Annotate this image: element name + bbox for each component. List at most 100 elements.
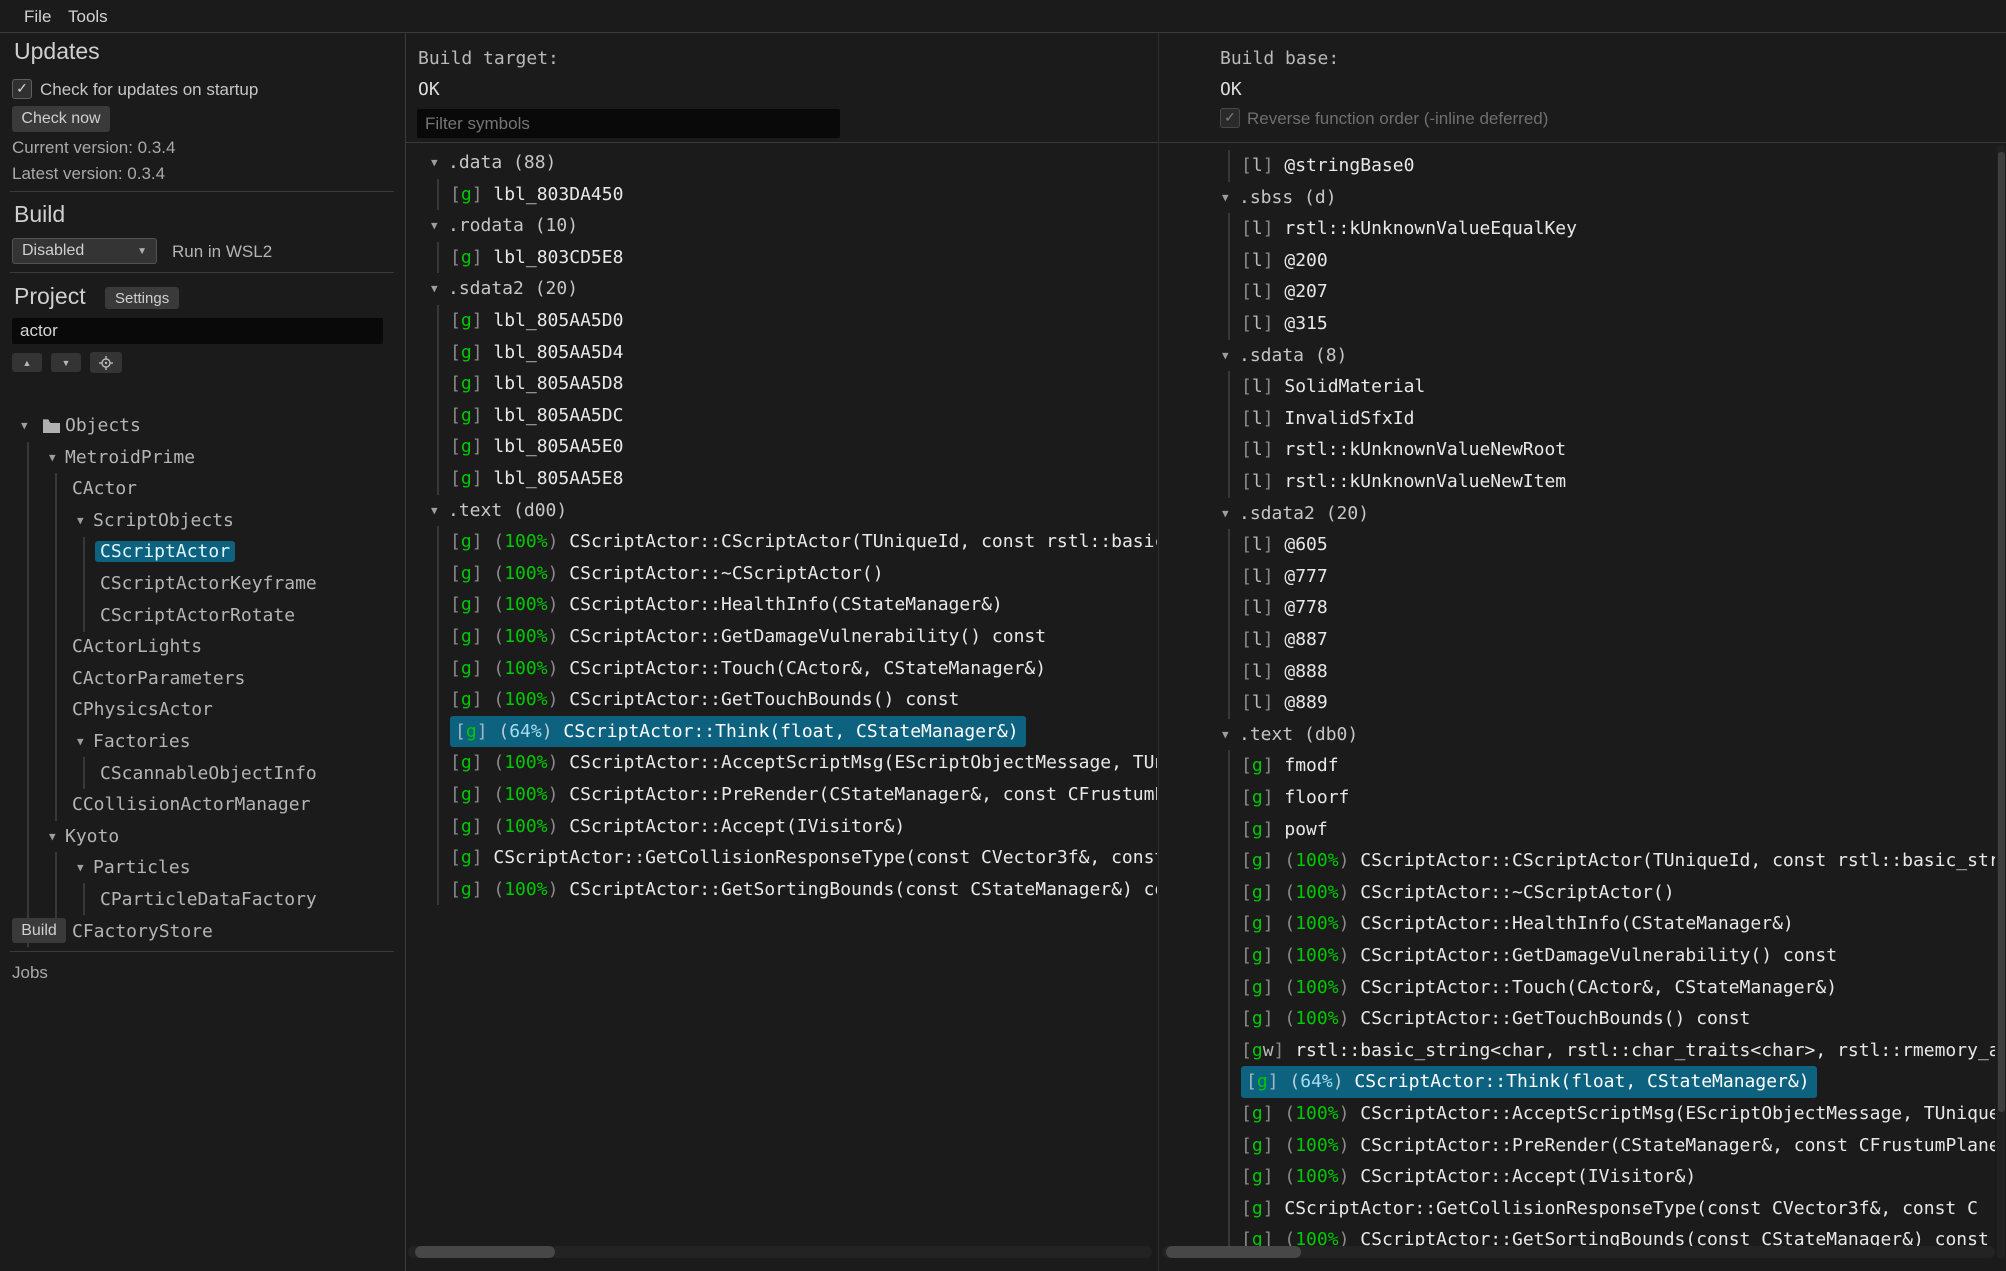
expander-down-icon[interactable]: ▼: [1222, 719, 1229, 751]
symbol-row[interactable]: [g] (100%) CScriptActor::~CScriptActor(): [1159, 877, 1995, 909]
tree-item-CActorLights[interactable]: CActorLights: [0, 631, 405, 663]
tree-item-CPhysicsActor[interactable]: CPhysicsActor: [0, 694, 405, 726]
tree-item-CScannableObjectInfo[interactable]: CScannableObjectInfo: [0, 758, 405, 790]
symbol-row[interactable]: [g] lbl_805AA5D0: [406, 305, 1157, 337]
tree-item-Particles[interactable]: ▼Particles: [0, 852, 405, 884]
tree-item-CActorParameters[interactable]: CActorParameters: [0, 663, 405, 695]
symbol-row[interactable]: [g] (100%) CScriptActor::~CScriptActor(): [406, 558, 1157, 590]
expander-down-icon[interactable]: ▼: [431, 210, 438, 242]
section-row[interactable]: ▼.sdata2 (20): [406, 273, 1157, 305]
expander-down-icon[interactable]: ▼: [1222, 340, 1229, 372]
symbol-row[interactable]: [g] CScriptActor::GetCollisionResponseTy…: [406, 842, 1157, 874]
symbol-row[interactable]: [g] powf: [1159, 814, 1995, 846]
menu-file[interactable]: File: [24, 7, 51, 27]
symbol-row[interactable]: [g] (100%) CScriptActor::Accept(IVisitor…: [1159, 1161, 1995, 1193]
tree-item-Objects[interactable]: ▼Objects: [0, 410, 405, 442]
symbol-row[interactable]: [g] lbl_805AA5D8: [406, 368, 1157, 400]
list-indent-guide: [437, 242, 439, 274]
section-row[interactable]: ▼.sbss (d): [1159, 182, 1995, 214]
list-indent-guide: [1228, 466, 1230, 498]
symbol-row[interactable]: [g] (100%) CScriptActor::Touch(CActor&, …: [1159, 972, 1995, 1004]
symbol-row[interactable]: [g] (100%) CScriptActor::GetDamageVulner…: [1159, 940, 1995, 972]
symbol-row[interactable]: [g] (64%) CScriptActor::Think(float, CSt…: [1159, 1066, 1995, 1098]
symbol-row[interactable]: [l] SolidMaterial: [1159, 371, 1995, 403]
tree-item-MetroidPrime[interactable]: ▼MetroidPrime: [0, 442, 405, 474]
symbol-row[interactable]: [l] @605: [1159, 529, 1995, 561]
section-row[interactable]: ▼.sdata (8): [1159, 340, 1995, 372]
menu-tools[interactable]: Tools: [68, 7, 108, 27]
symbol-row[interactable]: [l] rstl::kUnknownValueNewItem: [1159, 466, 1995, 498]
symbol-row[interactable]: [g] lbl_805AA5DC: [406, 400, 1157, 432]
base-hscrollbar-thumb[interactable]: [1166, 1246, 1301, 1258]
base-vscrollbar-thumb[interactable]: [1998, 152, 2005, 1112]
symbol-row[interactable]: [g] (100%) CScriptActor::CScriptActor(TU…: [406, 526, 1157, 558]
symbol-row[interactable]: [g] lbl_805AA5E8: [406, 463, 1157, 495]
tree-item-ScriptObjects[interactable]: ▼ScriptObjects: [0, 505, 405, 537]
expander-down-icon[interactable]: ▼: [1222, 182, 1229, 214]
tree-item-Kyoto[interactable]: ▼ Kyoto: [0, 821, 405, 853]
symbol-row[interactable]: [l] @888: [1159, 656, 1995, 688]
expander-down-icon[interactable]: ▼: [77, 726, 84, 758]
tree-item-CActor[interactable]: CActor: [0, 473, 405, 505]
symbol-row[interactable]: [l] rstl::kUnknownValueEqualKey: [1159, 213, 1995, 245]
expander-down-icon[interactable]: ▼: [431, 495, 438, 527]
symbol-row[interactable]: [g] (100%) CScriptActor::Touch(CActor&, …: [406, 653, 1157, 685]
symbol-row[interactable]: [g] (100%) CScriptActor::HealthInfo(CSta…: [406, 589, 1157, 621]
symbol-row[interactable]: [g] lbl_805AA5D4: [406, 337, 1157, 369]
symbol-row[interactable]: [l] @887: [1159, 624, 1995, 656]
build-button[interactable]: Build: [12, 918, 66, 943]
symbol-row[interactable]: [l] @778: [1159, 592, 1995, 624]
section-row[interactable]: ▼.data (88): [406, 147, 1157, 179]
symbol-row[interactable]: [g] fmodf: [1159, 750, 1995, 782]
symbol-row[interactable]: [gw] rstl::basic_string<char, rstl::char…: [1159, 1035, 1995, 1067]
target-hscrollbar-thumb[interactable]: [415, 1246, 555, 1258]
expander-down-icon[interactable]: ▼: [49, 821, 56, 853]
symbol-row[interactable]: [g] (100%) CScriptActor::GetTouchBounds(…: [406, 684, 1157, 716]
symbol-row[interactable]: [g] lbl_805AA5E0: [406, 431, 1157, 463]
symbol-row[interactable]: [l] @stringBase0: [1159, 150, 1995, 182]
symbol-row[interactable]: [l] InvalidSfxId: [1159, 403, 1995, 435]
symbol-row[interactable]: [l] @315: [1159, 308, 1995, 340]
list-indent-guide: [1228, 1066, 1230, 1098]
tree-item-CParticleDataFactory[interactable]: CParticleDataFactory: [0, 884, 405, 916]
symbol-row[interactable]: [g] (64%) CScriptActor::Think(float, CSt…: [406, 716, 1157, 748]
tree-item-CCollisionActorManager[interactable]: CCollisionActorManager: [0, 789, 405, 821]
expander-down-icon[interactable]: ▼: [431, 273, 438, 305]
symbol-row[interactable]: [g] (100%) CScriptActor::HealthInfo(CSta…: [1159, 908, 1995, 940]
tree-item-CScriptActorRotate[interactable]: CScriptActorRotate: [0, 600, 405, 632]
expander-down-icon[interactable]: ▼: [21, 410, 28, 442]
tree-item-CScriptActor[interactable]: CScriptActor: [0, 536, 405, 568]
expander-down-icon[interactable]: ▼: [1222, 498, 1229, 530]
expander-down-icon[interactable]: ▼: [77, 505, 84, 537]
symbol-row[interactable]: [g] (100%) CScriptActor::AcceptScriptMsg…: [406, 747, 1157, 779]
section-row[interactable]: ▼.rodata (10): [406, 210, 1157, 242]
list-indent-guide: [1228, 782, 1230, 814]
symbol-row[interactable]: [g] (100%) CScriptActor::PreRender(CStat…: [406, 779, 1157, 811]
symbol-row[interactable]: [g] lbl_803CD5E8: [406, 242, 1157, 274]
section-row[interactable]: ▼.sdata2 (20): [1159, 498, 1995, 530]
symbol-row[interactable]: [g] lbl_803DA450: [406, 179, 1157, 211]
section-row[interactable]: ▼.text (db0): [1159, 719, 1995, 751]
symbol-row[interactable]: [g] (100%) CScriptActor::Accept(IVisitor…: [406, 811, 1157, 843]
symbol-row[interactable]: [g] floorf: [1159, 782, 1995, 814]
symbol-row[interactable]: [l] @207: [1159, 276, 1995, 308]
symbol-row[interactable]: [g] CScriptActor::GetCollisionResponseTy…: [1159, 1193, 1995, 1225]
section-row[interactable]: ▼ .text (d00): [406, 495, 1157, 527]
symbol-row[interactable]: [g] (100%) CScriptActor::GetSortingBound…: [406, 874, 1157, 906]
symbol-row[interactable]: [l] @889: [1159, 687, 1995, 719]
expander-down-icon[interactable]: ▼: [49, 442, 56, 474]
tree-item-label: Kyoto: [65, 821, 119, 853]
symbol-row[interactable]: [g] (100%) CScriptActor::AcceptScriptMsg…: [1159, 1098, 1995, 1130]
symbol-row[interactable]: [l] rstl::kUnknownValueNewRoot: [1159, 434, 1995, 466]
symbol-row[interactable]: [g] (100%) CScriptActor::GetTouchBounds(…: [1159, 1003, 1995, 1035]
symbol-row[interactable]: [l] @200: [1159, 245, 1995, 277]
symbol-row[interactable]: [g] (100%) CScriptActor::CScriptActor(TU…: [1159, 845, 1995, 877]
symbol-row[interactable]: [l] @777: [1159, 561, 1995, 593]
section-label: .text (d00): [448, 495, 567, 527]
expander-down-icon[interactable]: ▼: [77, 852, 84, 884]
tree-item-Factories[interactable]: ▼Factories: [0, 726, 405, 758]
symbol-row[interactable]: [g] (100%) CScriptActor::GetDamageVulner…: [406, 621, 1157, 653]
symbol-row[interactable]: [g] (100%) CScriptActor::PreRender(CStat…: [1159, 1130, 1995, 1162]
expander-down-icon[interactable]: ▼: [431, 147, 438, 179]
tree-item-CScriptActorKeyframe[interactable]: CScriptActorKeyframe: [0, 568, 405, 600]
